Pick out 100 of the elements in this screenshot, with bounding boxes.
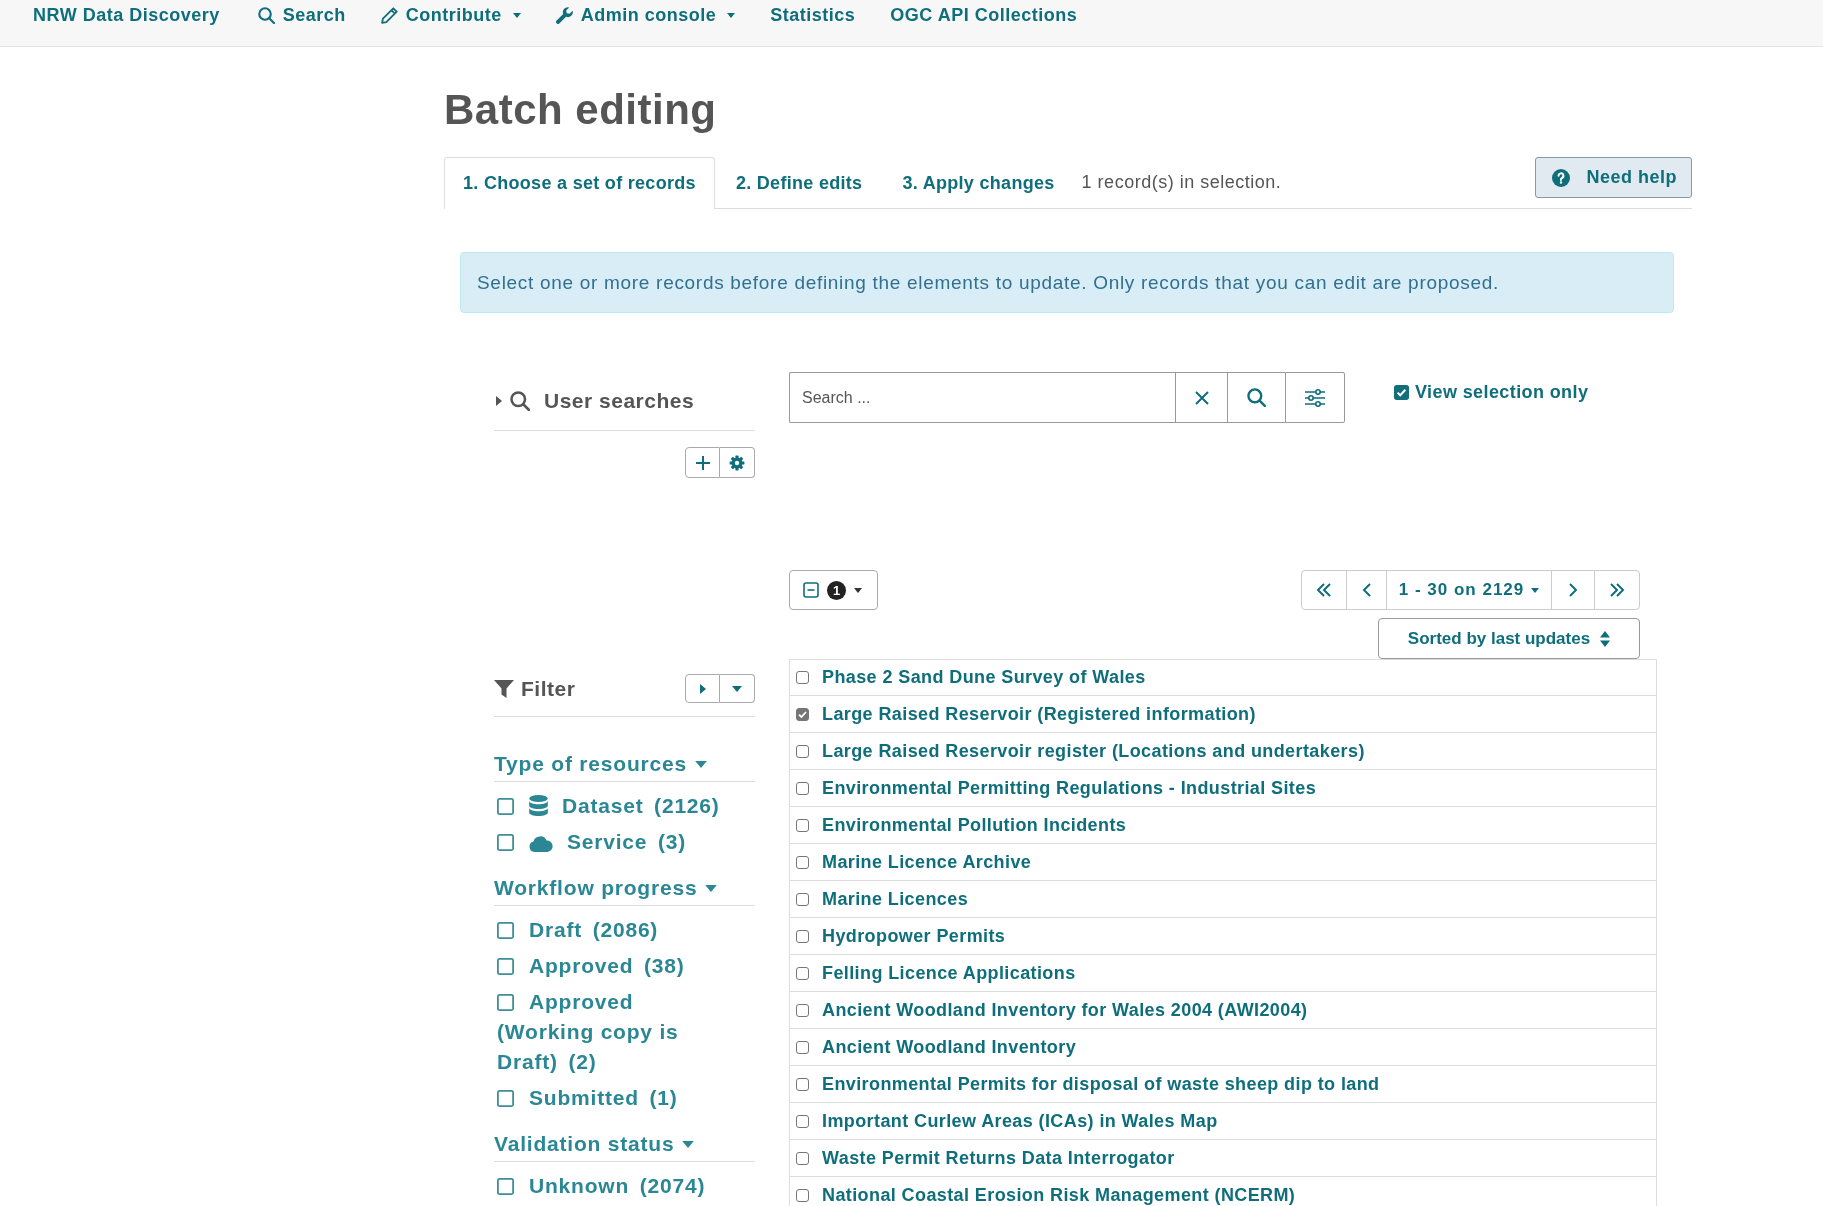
filter-title: Filter xyxy=(521,676,576,701)
caret-down-icon xyxy=(854,587,862,593)
record-title-link[interactable]: Marine Licence Archive xyxy=(822,851,1032,873)
minus-square-icon xyxy=(803,582,819,598)
collapse-filters-button[interactable] xyxy=(720,674,755,703)
record-title-link[interactable]: Ancient Woodland Inventory xyxy=(822,1036,1077,1058)
nav-link[interactable]: OGC API Collections xyxy=(890,4,1078,26)
record-checkbox[interactable] xyxy=(796,1003,809,1017)
caret-right-icon xyxy=(699,683,706,694)
user-searches-toggle[interactable]: User searches xyxy=(494,389,695,413)
sliders-icon xyxy=(1305,388,1325,407)
record-title-link[interactable]: Waste Permit Returns Data Interrogator xyxy=(822,1147,1175,1169)
info-message: Select one or more records before defining the elements to update. Only records that you can edit are proposed. xyxy=(460,252,1674,313)
nav-link[interactable]: Search xyxy=(254,4,346,26)
nav-link[interactable]: Statistics xyxy=(770,4,856,26)
wrench-icon xyxy=(555,6,573,24)
record-title-link[interactable]: Phase 2 Sand Dune Survey of Wales xyxy=(822,667,1146,688)
filter-checkbox[interactable] xyxy=(497,834,514,851)
nav-link[interactable]: Contribute xyxy=(380,4,521,26)
advanced-search-button[interactable] xyxy=(1285,372,1345,423)
filter-option[interactable]: Unknown (2074) xyxy=(494,1171,730,1201)
record-title-link[interactable]: Environmental Permitting Regulations - Industrial Sites xyxy=(822,777,1317,799)
cloud-icon xyxy=(529,836,553,852)
record-checkbox[interactable] xyxy=(796,855,809,869)
record-checkbox[interactable] xyxy=(796,781,809,795)
step-tab[interactable]: 1. Choose a set of records xyxy=(444,157,715,209)
help-button[interactable]: Need help xyxy=(1535,157,1692,198)
nav-link[interactable]: Admin console xyxy=(555,4,736,26)
caret-down-icon xyxy=(682,1140,695,1148)
record-title-link[interactable]: Environmental Pollution Incidents xyxy=(822,814,1127,836)
search-icon xyxy=(1247,388,1266,407)
caret-down-icon xyxy=(694,760,707,768)
caret-down-icon xyxy=(705,884,718,892)
selection-summary: 1 record(s) in selection. xyxy=(1081,172,1282,193)
filter-option[interactable]: Approved (Working copy is Draft) (2) xyxy=(494,987,730,1077)
search-settings-button[interactable] xyxy=(720,447,755,478)
chevron-right-icon xyxy=(1568,583,1578,597)
record-checkbox[interactable] xyxy=(796,1114,809,1128)
record-title-link[interactable]: Marine Licences xyxy=(822,888,969,910)
help-icon xyxy=(1552,168,1571,187)
search-icon xyxy=(257,6,275,24)
filter-group-toggle[interactable]: Workflow progress xyxy=(494,874,755,906)
page-title: Batch editing xyxy=(444,86,718,134)
search-button[interactable] xyxy=(1227,372,1285,423)
record-checkbox[interactable] xyxy=(796,1077,809,1091)
search-icon xyxy=(510,391,530,411)
first-page-button[interactable] xyxy=(1301,570,1347,610)
sort-button[interactable]: Sorted by last updates xyxy=(1378,618,1640,659)
selection-menu-button[interactable]: 1 xyxy=(789,570,878,610)
record-checkbox[interactable] xyxy=(796,744,809,758)
last-page-button[interactable] xyxy=(1594,570,1640,610)
search-field[interactable]: Search ... xyxy=(789,372,1175,423)
filter-option[interactable]: Dataset (2126) xyxy=(494,791,730,821)
filter-checkbox[interactable] xyxy=(497,958,514,975)
record-title-link[interactable]: Felling Licence Applications xyxy=(822,962,1076,984)
plus-icon xyxy=(695,455,710,470)
page-range-button[interactable]: 1 - 30 on 2129 xyxy=(1386,570,1552,610)
record-title-link[interactable]: National Coastal Erosion Risk Management (NCERM) xyxy=(822,1184,1296,1206)
filter-option[interactable]: Service (3) xyxy=(494,827,730,857)
record-title-link[interactable]: Large Raised Reservoir (Registered information) xyxy=(822,703,1256,725)
record-checkbox[interactable] xyxy=(796,671,809,684)
record-title-link[interactable]: Ancient Woodland Inventory for Wales 2004 (AWI2004) xyxy=(822,999,1308,1021)
record-checkbox[interactable] xyxy=(796,818,809,832)
brand-link[interactable]: NRW Data Discovery xyxy=(33,4,220,26)
record-checkbox[interactable] xyxy=(796,1040,809,1054)
checkbox[interactable] xyxy=(1394,384,1409,400)
record-title-link[interactable]: Environmental Permits for disposal of waste sheep dip to land xyxy=(822,1073,1380,1095)
filter-checkbox[interactable] xyxy=(497,1178,514,1195)
clear-search-button[interactable] xyxy=(1175,372,1227,423)
pencil-icon xyxy=(380,6,398,24)
settings-icon xyxy=(729,454,745,471)
caret-down-icon xyxy=(1531,587,1540,593)
record-checkbox[interactable] xyxy=(796,966,809,980)
view-selection-label[interactable]: View selection only xyxy=(1415,381,1589,403)
close-icon xyxy=(1194,390,1209,405)
filter-checkbox[interactable] xyxy=(497,1090,514,1107)
record-checkbox[interactable] xyxy=(796,929,809,943)
step-tab[interactable]: 3. Apply changes xyxy=(883,157,1074,208)
record-checkbox[interactable] xyxy=(796,707,809,721)
record-checkbox[interactable] xyxy=(796,1151,809,1165)
filter-checkbox[interactable] xyxy=(497,798,514,815)
record-checkbox[interactable] xyxy=(796,892,809,906)
record-checkbox[interactable] xyxy=(796,1188,809,1202)
previous-page-button[interactable] xyxy=(1346,570,1387,610)
add-search-button[interactable] xyxy=(685,447,720,478)
record-title-link[interactable]: Important Curlew Areas (ICAs) in Wales Map xyxy=(822,1110,1218,1132)
chevron-left-icon xyxy=(1362,583,1371,597)
filter-option[interactable]: Draft (2086) xyxy=(494,915,730,945)
expand-filters-button[interactable] xyxy=(685,674,720,703)
filter-group-toggle[interactable]: Validation status xyxy=(494,1130,755,1162)
filter-icon xyxy=(494,679,514,698)
step-tab[interactable]: 2. Define edits xyxy=(716,157,882,208)
record-title-link[interactable]: Hydropower Permits xyxy=(822,925,1006,947)
filter-option[interactable]: Approved (38) xyxy=(494,951,730,981)
record-title-link[interactable]: Large Raised Reservoir register (Locations and undertakers) xyxy=(822,740,1365,762)
filter-checkbox[interactable] xyxy=(497,922,514,939)
filter-group-toggle[interactable]: Type of resources xyxy=(494,750,755,782)
filter-option[interactable]: Submitted (1) xyxy=(494,1083,730,1113)
double-chevron-left-icon xyxy=(1316,583,1332,597)
filter-checkbox[interactable] xyxy=(497,994,514,1011)
